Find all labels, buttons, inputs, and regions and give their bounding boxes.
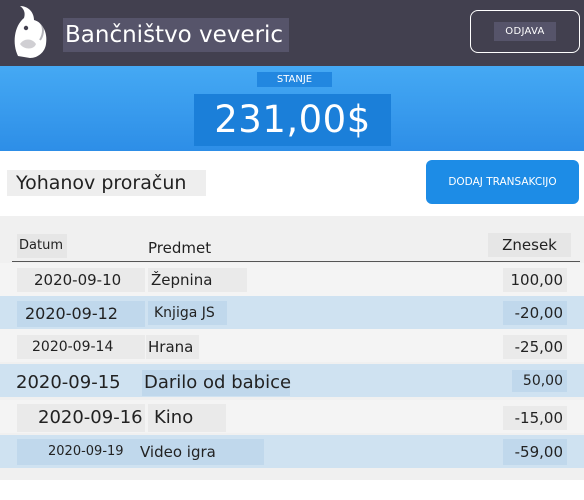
app-title: Bančništvo veveric <box>63 18 290 52</box>
column-header-amount: Znesek <box>488 233 571 257</box>
row-item: Darilo od babice <box>142 370 291 396</box>
row-date: 2020-09-10 <box>17 268 145 292</box>
row-amount: -59,00 <box>503 439 567 465</box>
row-amount: -25,00 <box>503 335 567 359</box>
add-transaction-button[interactable]: DODAJ TRANSAKCIJO <box>426 160 579 204</box>
table-row[interactable]: 2020-09-10 Žepnina 100,00 <box>0 263 584 296</box>
row-date: 2020-09-19 <box>17 439 138 465</box>
row-amount: -15,00 <box>503 406 567 430</box>
transactions-table: Datum Predmet Znesek 2020-09-10 Žepnina … <box>0 216 584 480</box>
table-row[interactable]: 2020-09-15 Darilo od babice 50,00 <box>0 364 584 397</box>
column-header-item: Predmet <box>148 239 212 257</box>
row-item: Kino <box>148 404 226 432</box>
row-item: Knjiga JS <box>148 301 227 325</box>
logout-button[interactable]: ODJAVA <box>470 10 580 53</box>
table-row[interactable]: 2020-09-16 Kino -15,00 <box>0 400 584 433</box>
table-row[interactable]: 2020-09-19 Video igra -59,00 <box>0 435 584 468</box>
row-item: Žepnina <box>148 268 247 292</box>
logout-button-label: ODJAVA <box>494 22 556 41</box>
squirrel-logo-icon <box>10 4 50 62</box>
row-date: 2020-09-16 <box>17 404 145 432</box>
column-header-date: Datum <box>17 234 67 258</box>
row-item: Hrana <box>146 335 199 359</box>
row-amount: 100,00 <box>503 268 567 292</box>
top-bar: Bančništvo veveric ODJAVA <box>0 0 584 66</box>
row-item: Video igra <box>138 439 264 465</box>
header-divider <box>12 261 580 262</box>
row-date: 2020-09-14 <box>17 335 145 359</box>
balance-amount: 231,00$ <box>194 94 391 146</box>
row-amount: 50,00 <box>512 370 567 392</box>
budget-title: Yohanov proračun <box>7 170 206 196</box>
row-date: 2020-09-15 <box>12 370 137 396</box>
table-row[interactable]: 2020-09-14 Hrana -25,00 <box>0 329 584 362</box>
balance-panel: STANJE 231,00$ <box>0 66 584 151</box>
balance-label: STANJE <box>257 72 332 87</box>
row-amount: -20,00 <box>503 301 567 325</box>
table-row[interactable]: 2020-09-12 Knjiga JS -20,00 <box>0 296 584 329</box>
row-date: 2020-09-12 <box>17 301 145 327</box>
